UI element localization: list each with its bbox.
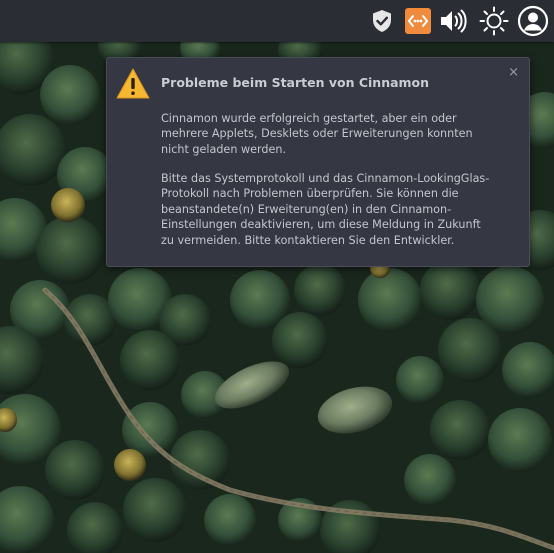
user-account-icon[interactable] <box>517 5 549 37</box>
warning-triangle-icon <box>116 68 150 99</box>
close-button[interactable]: × <box>508 66 519 80</box>
brightness-icon[interactable] <box>478 5 510 37</box>
notification-body-paragraph-1: Cinnamon wurde erfolgreich gestartet, ab… <box>161 112 473 156</box>
desktop: Probleme beim Starten von Cinnamon × Cin… <box>0 0 554 553</box>
shield-check-icon[interactable] <box>366 5 398 37</box>
notification-body-paragraph-2: Bitte das Systemprotokoll und das Cinnam… <box>161 172 490 247</box>
startup-error-notification[interactable]: Probleme beim Starten von Cinnamon × Cin… <box>106 57 530 267</box>
volume-icon[interactable] <box>437 5 469 37</box>
notification-title: Probleme beim Starten von Cinnamon <box>161 75 430 90</box>
top-panel <box>0 0 554 42</box>
network-proxy-icon[interactable] <box>402 5 434 37</box>
